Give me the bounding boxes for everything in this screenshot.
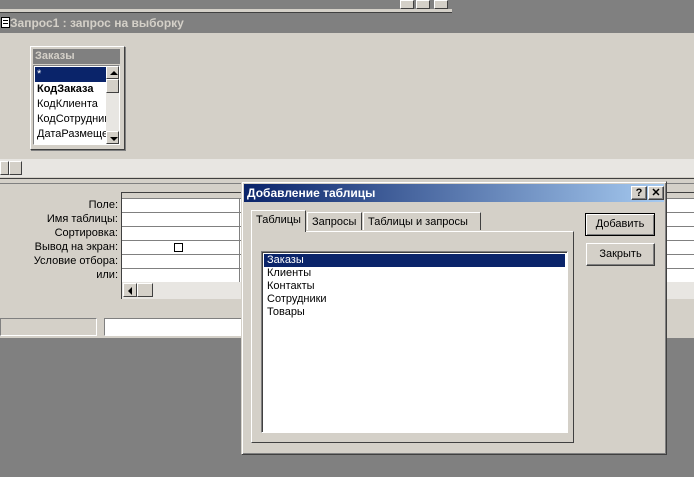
table-list-item[interactable]: Товары bbox=[264, 306, 565, 319]
pane-scroll-left-button[interactable] bbox=[0, 161, 9, 175]
pane-scroll-right-button[interactable] bbox=[9, 161, 22, 175]
grid-row-label: Вывод на экран: bbox=[34, 241, 118, 253]
top-window-strip bbox=[0, 0, 452, 13]
table-list-item[interactable]: Клиенты bbox=[264, 267, 565, 280]
table-list-item[interactable]: Заказы bbox=[264, 254, 565, 267]
status-input[interactable] bbox=[104, 318, 254, 336]
table-field-list[interactable]: Заказы * КодЗаказа КодКлиента КодСотрудн… bbox=[30, 46, 125, 150]
grid-scroll-left-button[interactable] bbox=[123, 283, 137, 297]
table-pane: Заказы * КодЗаказа КодКлиента КодСотрудн… bbox=[0, 33, 694, 158]
top-close-button[interactable] bbox=[434, 0, 448, 9]
grid-row-label: Имя таблицы: bbox=[46, 213, 118, 225]
arrow-down-icon bbox=[110, 137, 118, 141]
table-list-item[interactable]: Сотрудники bbox=[264, 293, 565, 306]
field-list-item[interactable]: КодЗаказа bbox=[35, 82, 107, 97]
table-field-list-title: Заказы bbox=[33, 49, 120, 64]
query-window-title: Запрос1 : запрос на выборку bbox=[10, 16, 184, 30]
scroll-up-button[interactable] bbox=[106, 66, 119, 79]
add-button[interactable]: Добавить bbox=[585, 213, 655, 236]
design-grid-labels: Поле: Имя таблицы: Сортировка: Вывод на … bbox=[0, 198, 118, 288]
field-list-item[interactable]: КодКлиента bbox=[35, 97, 107, 112]
field-list-scrollbar[interactable] bbox=[106, 66, 119, 144]
field-list[interactable]: * КодЗаказа КодКлиента КодСотрудника Дат… bbox=[33, 65, 120, 145]
top-minimize-button[interactable] bbox=[400, 0, 414, 9]
tab-tables-and-queries[interactable]: Таблицы и запросы bbox=[363, 212, 481, 230]
add-table-dialog: Добавление таблицы ? ✕ Таблицы Запросы Т… bbox=[241, 181, 667, 455]
grid-row-label: или: bbox=[96, 269, 118, 281]
scroll-down-button[interactable] bbox=[106, 131, 119, 144]
query-window-icon bbox=[1, 17, 10, 28]
query-window-titlebar[interactable]: Запрос1 : запрос на выборку bbox=[0, 14, 694, 33]
tables-list[interactable]: Заказы Клиенты Контакты Сотрудники Товар… bbox=[261, 251, 568, 433]
arrow-left-icon bbox=[128, 287, 132, 295]
grid-row-label: Условие отбора: bbox=[33, 255, 118, 267]
pane-scrollbar-area bbox=[0, 158, 694, 177]
show-checkbox[interactable] bbox=[174, 243, 183, 252]
help-button[interactable]: ? bbox=[631, 186, 647, 200]
status-panel bbox=[0, 318, 97, 336]
grid-row-label: Сортировка: bbox=[54, 227, 118, 239]
tab-panel: Заказы Клиенты Контакты Сотрудники Товар… bbox=[251, 231, 574, 443]
field-list-item[interactable]: ДатаРазмещения bbox=[35, 127, 107, 142]
table-list-item[interactable]: Контакты bbox=[264, 280, 565, 293]
close-icon[interactable]: ✕ bbox=[648, 186, 664, 200]
grid-row-label: Поле: bbox=[88, 199, 118, 211]
close-button[interactable]: Закрыть bbox=[586, 243, 655, 266]
dialog-titlebar[interactable]: Добавление таблицы ? ✕ bbox=[244, 184, 664, 202]
field-list-item[interactable]: КодСотрудника bbox=[35, 112, 107, 127]
dialog-title: Добавление таблицы bbox=[247, 186, 376, 200]
grid-scroll-thumb[interactable] bbox=[137, 283, 153, 297]
field-list-item[interactable]: * bbox=[35, 67, 107, 82]
arrow-up-icon bbox=[110, 71, 118, 75]
tab-queries[interactable]: Запросы bbox=[307, 212, 362, 230]
scroll-thumb[interactable] bbox=[106, 79, 119, 93]
top-maximize-button[interactable] bbox=[416, 0, 430, 9]
tab-tables[interactable]: Таблицы bbox=[251, 210, 306, 232]
